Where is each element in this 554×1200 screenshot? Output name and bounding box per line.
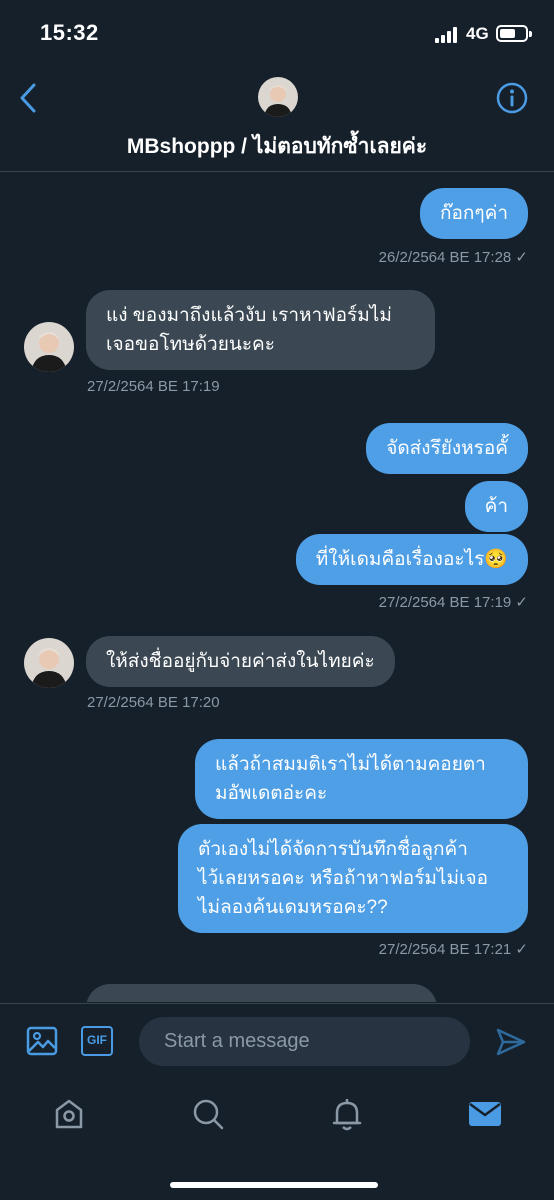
conversation-header: MBshoppp / ไม่ตอบทักซ้ำเลยค่ะ (0, 62, 554, 172)
mail-icon (469, 1102, 501, 1126)
tab-home[interactable] (51, 1096, 87, 1132)
sent-message[interactable]: ก๊อกๆค่า (419, 188, 528, 239)
sent-message[interactable]: ตัวเองไม่ได้จัดการบันทึกชื่อลูกค้า ไว้เล… (178, 824, 528, 933)
message-text-line: ตัวเองไม่ได้จัดการบันทึกชื่อลูกค้า (198, 839, 468, 860)
received-message[interactable]: แง่ ของมาถึงแล้วงับ เราหาฟอร์มไม่ เจอขอโ… (86, 290, 435, 370)
info-icon (496, 82, 528, 114)
received-message-partial[interactable] (86, 984, 437, 1002)
conversation-title[interactable]: MBshoppp / ไม่ตอบทักซ้ำเลยค่ะ (0, 130, 554, 163)
sent-message[interactable]: แล้วถ้าสมมติเราไม่ได้ตามคอยตา มอัพเดตอ่ะ… (195, 739, 528, 819)
message-text-line: ไม่ลองค้นเดมหรอคะ?? (198, 897, 388, 918)
message-list[interactable]: ก๊อกๆค่า 26/2/2564 BE 17:28 ✓ แง่ ของมาถ… (0, 172, 554, 1002)
tab-messages[interactable] (467, 1096, 503, 1132)
message-text-line: แง่ ของมาถึงแล้วงับ เราหาฟอร์มไม่ (106, 305, 392, 326)
received-message[interactable]: ให้ส่งชื่ออยู่กับจ่ายค่าส่งในไทยค่ะ (86, 636, 395, 687)
status-bar: 15:32 4G (0, 0, 554, 62)
message-text: ที่ให้เดมคือเรื่องอะไร🥺 (315, 549, 508, 570)
home-indicator (170, 1182, 378, 1188)
sent-message[interactable]: จัดส่งรึยังหรอคั้ (366, 423, 528, 474)
info-button[interactable] (496, 82, 528, 114)
message-timestamp: 27/2/2564 BE 17:19 ✓ (378, 594, 528, 611)
network-label: 4G (466, 24, 489, 43)
sent-message[interactable]: ค้า (464, 481, 528, 532)
gif-button[interactable]: GIF (81, 1026, 113, 1056)
image-icon (26, 1026, 58, 1056)
send-button[interactable] (495, 1026, 527, 1058)
signal-icon (435, 27, 459, 43)
search-icon (193, 1099, 224, 1130)
message-timestamp: 27/2/2564 BE 17:21 ✓ (378, 941, 528, 958)
header-avatar[interactable] (258, 77, 298, 117)
message-text: ก๊อกๆค่า (439, 203, 508, 224)
sender-avatar[interactable] (24, 638, 74, 688)
message-timestamp: 27/2/2564 BE 17:20 (87, 694, 220, 711)
home-icon (55, 1099, 83, 1129)
sender-avatar[interactable] (24, 322, 74, 372)
battery-icon (496, 25, 532, 42)
message-text: ค้า (484, 496, 508, 517)
send-icon (496, 1028, 526, 1056)
back-button[interactable] (14, 80, 46, 116)
message-text-line: ไว้เลยหรอคะ หรือถ้าหาฟอร์มไม่เจอ (198, 868, 489, 889)
message-text: จัดส่งรึยังหรอคั้ (386, 438, 508, 459)
message-input[interactable] (139, 1017, 470, 1066)
sent-message[interactable]: ที่ให้เดมคือเรื่องอะไร🥺 (295, 534, 528, 585)
message-composer: GIF (0, 1003, 554, 1076)
message-timestamp: 26/2/2564 BE 17:28 ✓ (378, 249, 528, 266)
tab-search[interactable] (190, 1096, 226, 1132)
tab-notifications[interactable] (329, 1096, 365, 1132)
message-timestamp: 27/2/2564 BE 17:19 (87, 378, 220, 395)
message-text-line: เจอขอโทษด้วยนะคะ (106, 334, 275, 355)
message-text: ให้ส่งชื่ออยู่กับจ่ายค่าส่งในไทยค่ะ (106, 651, 375, 672)
message-text-line: มอัพเดตอ่ะคะ (215, 783, 328, 804)
bell-icon (332, 1099, 362, 1131)
message-text-line: แล้วถ้าสมมติเราไม่ได้ตามคอยตา (215, 754, 486, 775)
status-time: 15:32 (40, 20, 99, 45)
dm-screen: 15:32 4G MBshoppp / ไม่ตอบทักซ้ำเลยค่ะ ก… (0, 0, 554, 1200)
add-photo-button[interactable] (26, 1025, 58, 1057)
chevron-left-icon (20, 83, 36, 113)
